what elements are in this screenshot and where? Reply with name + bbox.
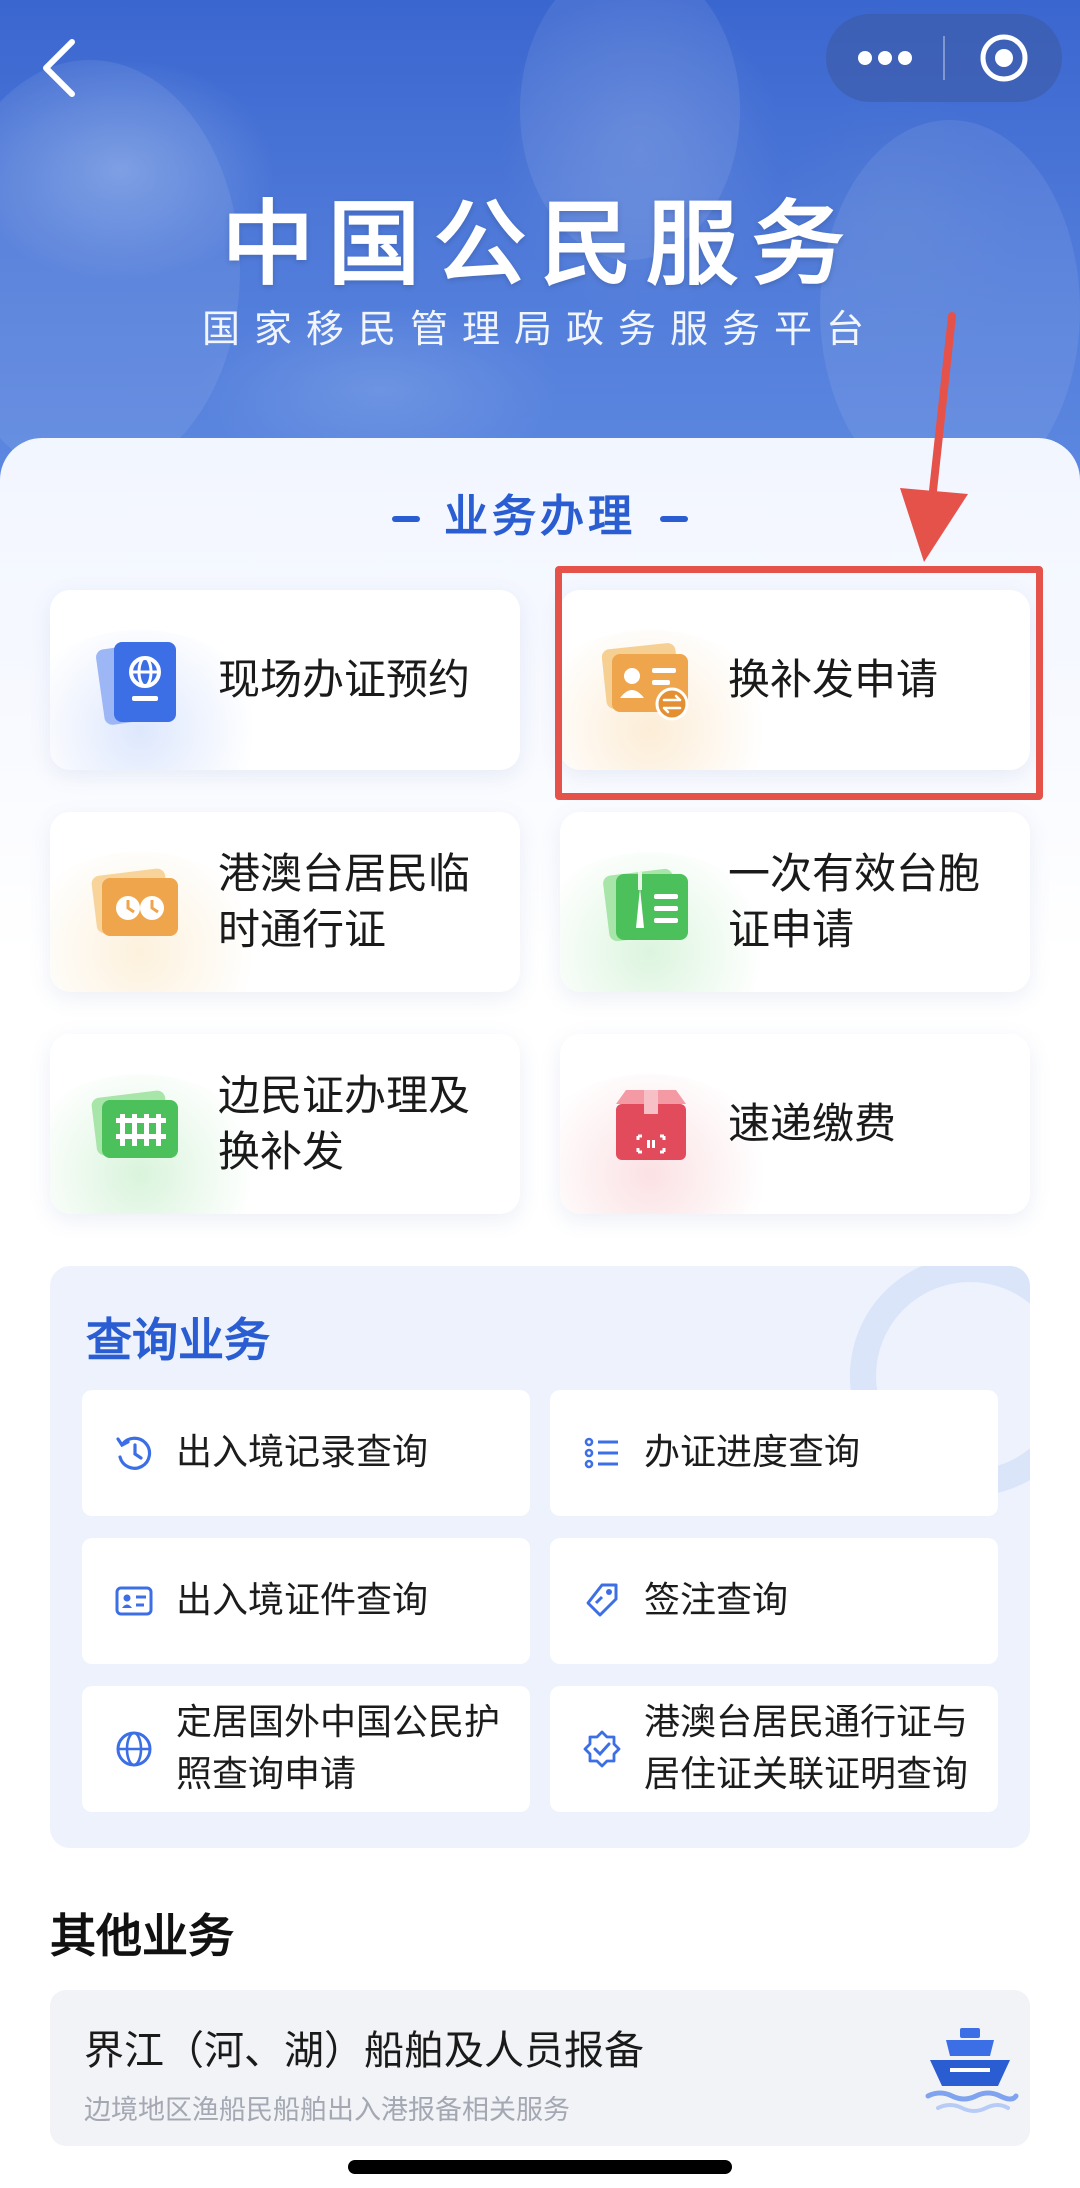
tag-icon <box>586 1583 618 1617</box>
business-section-label: 业务办理 <box>444 491 636 542</box>
close-miniapp-button[interactable] <box>945 14 1062 102</box>
checklist-icon <box>584 1437 618 1469</box>
service-card-temp-permit[interactable]: 港澳台居民临时通行证 <box>50 812 520 992</box>
other-card-title: 界江（河、湖）船舶及人员报备 <box>84 2028 644 2074</box>
other-service-card[interactable]: 界江（河、湖）船舶及人员报备 边境地区渔船民船舶出入港报备相关服务 <box>50 1990 1030 2146</box>
red-arrow-annotation <box>900 312 968 562</box>
service-card-border-pass[interactable]: 边民证办理及换补发 <box>50 1034 520 1214</box>
passport-icon <box>96 642 176 725</box>
service-label: 速递缴费 <box>728 1099 897 1148</box>
taiwan-permit-icon <box>603 868 688 942</box>
more-button[interactable] <box>826 14 943 102</box>
chevron-left-icon <box>43 39 75 97</box>
query-item-label: 出入境证件查询 <box>176 1580 429 1621</box>
verified-badge-icon <box>583 1730 621 1768</box>
query-item-label: 港澳台居民通行证与居住证关联证明查询 <box>644 1702 969 1795</box>
service-label: 边民证办理及换补发 <box>218 1071 471 1176</box>
more-dots-icon <box>857 51 912 65</box>
query-section-title: 查询业务 <box>86 1313 270 1367</box>
globe-icon <box>116 1731 152 1767</box>
title-dash-right <box>660 516 688 522</box>
permit-clock-icon <box>91 868 178 936</box>
other-section-title: 其他业务 <box>50 1909 234 1963</box>
query-item-documents[interactable]: 出入境证件查询 <box>82 1538 530 1664</box>
query-item-progress[interactable]: 办证进度查询 <box>550 1390 998 1516</box>
title-dash-left <box>392 516 420 522</box>
service-card-appointment[interactable]: 现场办证预约 <box>50 590 520 770</box>
target-circle-icon <box>980 34 1027 82</box>
query-item-residence-link[interactable]: 港澳台居民通行证与居住证关联证明查询 <box>550 1686 998 1812</box>
query-item-overseas-passport[interactable]: 定居国外中国公民护照查询申请 <box>82 1686 530 1812</box>
service-label: 现场办证预约 <box>218 655 471 704</box>
back-button[interactable] <box>28 28 88 108</box>
home-indicator[interactable] <box>348 2160 732 2174</box>
id-card-icon <box>115 1586 153 1616</box>
border-card-icon <box>91 1090 178 1158</box>
miniapp-capsule <box>826 14 1062 102</box>
query-item-label: 定居国外中国公民护照查询申请 <box>176 1702 501 1795</box>
service-label: 换补发申请 <box>728 655 939 704</box>
page-title: 中国公民服务 <box>221 191 858 298</box>
query-item-label: 签注查询 <box>644 1580 789 1621</box>
query-item-entry-exit-records[interactable]: 出入境记录查询 <box>82 1390 530 1516</box>
service-card-express-fee[interactable]: 速递缴费 <box>560 1034 1030 1214</box>
id-card-exchange-icon <box>601 643 689 721</box>
express-box-icon <box>616 1090 686 1160</box>
service-card-taiwan-permit[interactable]: 一次有效台胞证申请 <box>560 812 1030 992</box>
service-label: 一次有效台胞证申请 <box>728 849 981 954</box>
ship-icon <box>925 2028 1019 2113</box>
other-card-subtitle: 边境地区渔船民船舶出入港报备相关服务 <box>84 2095 570 2126</box>
query-item-label: 办证进度查询 <box>644 1432 861 1473</box>
query-panel: 查询业务 出入境记录查询 办证进度查询 出入境证件查询 签注查询 定居国外中国公… <box>50 1266 1030 1848</box>
service-label: 港澳台居民临时通行证 <box>218 849 471 954</box>
service-card-replacement[interactable]: 换补发申请 <box>560 590 1030 770</box>
history-icon <box>116 1436 152 1470</box>
query-item-endorsement[interactable]: 签注查询 <box>550 1538 998 1664</box>
query-item-label: 出入境记录查询 <box>176 1432 429 1473</box>
